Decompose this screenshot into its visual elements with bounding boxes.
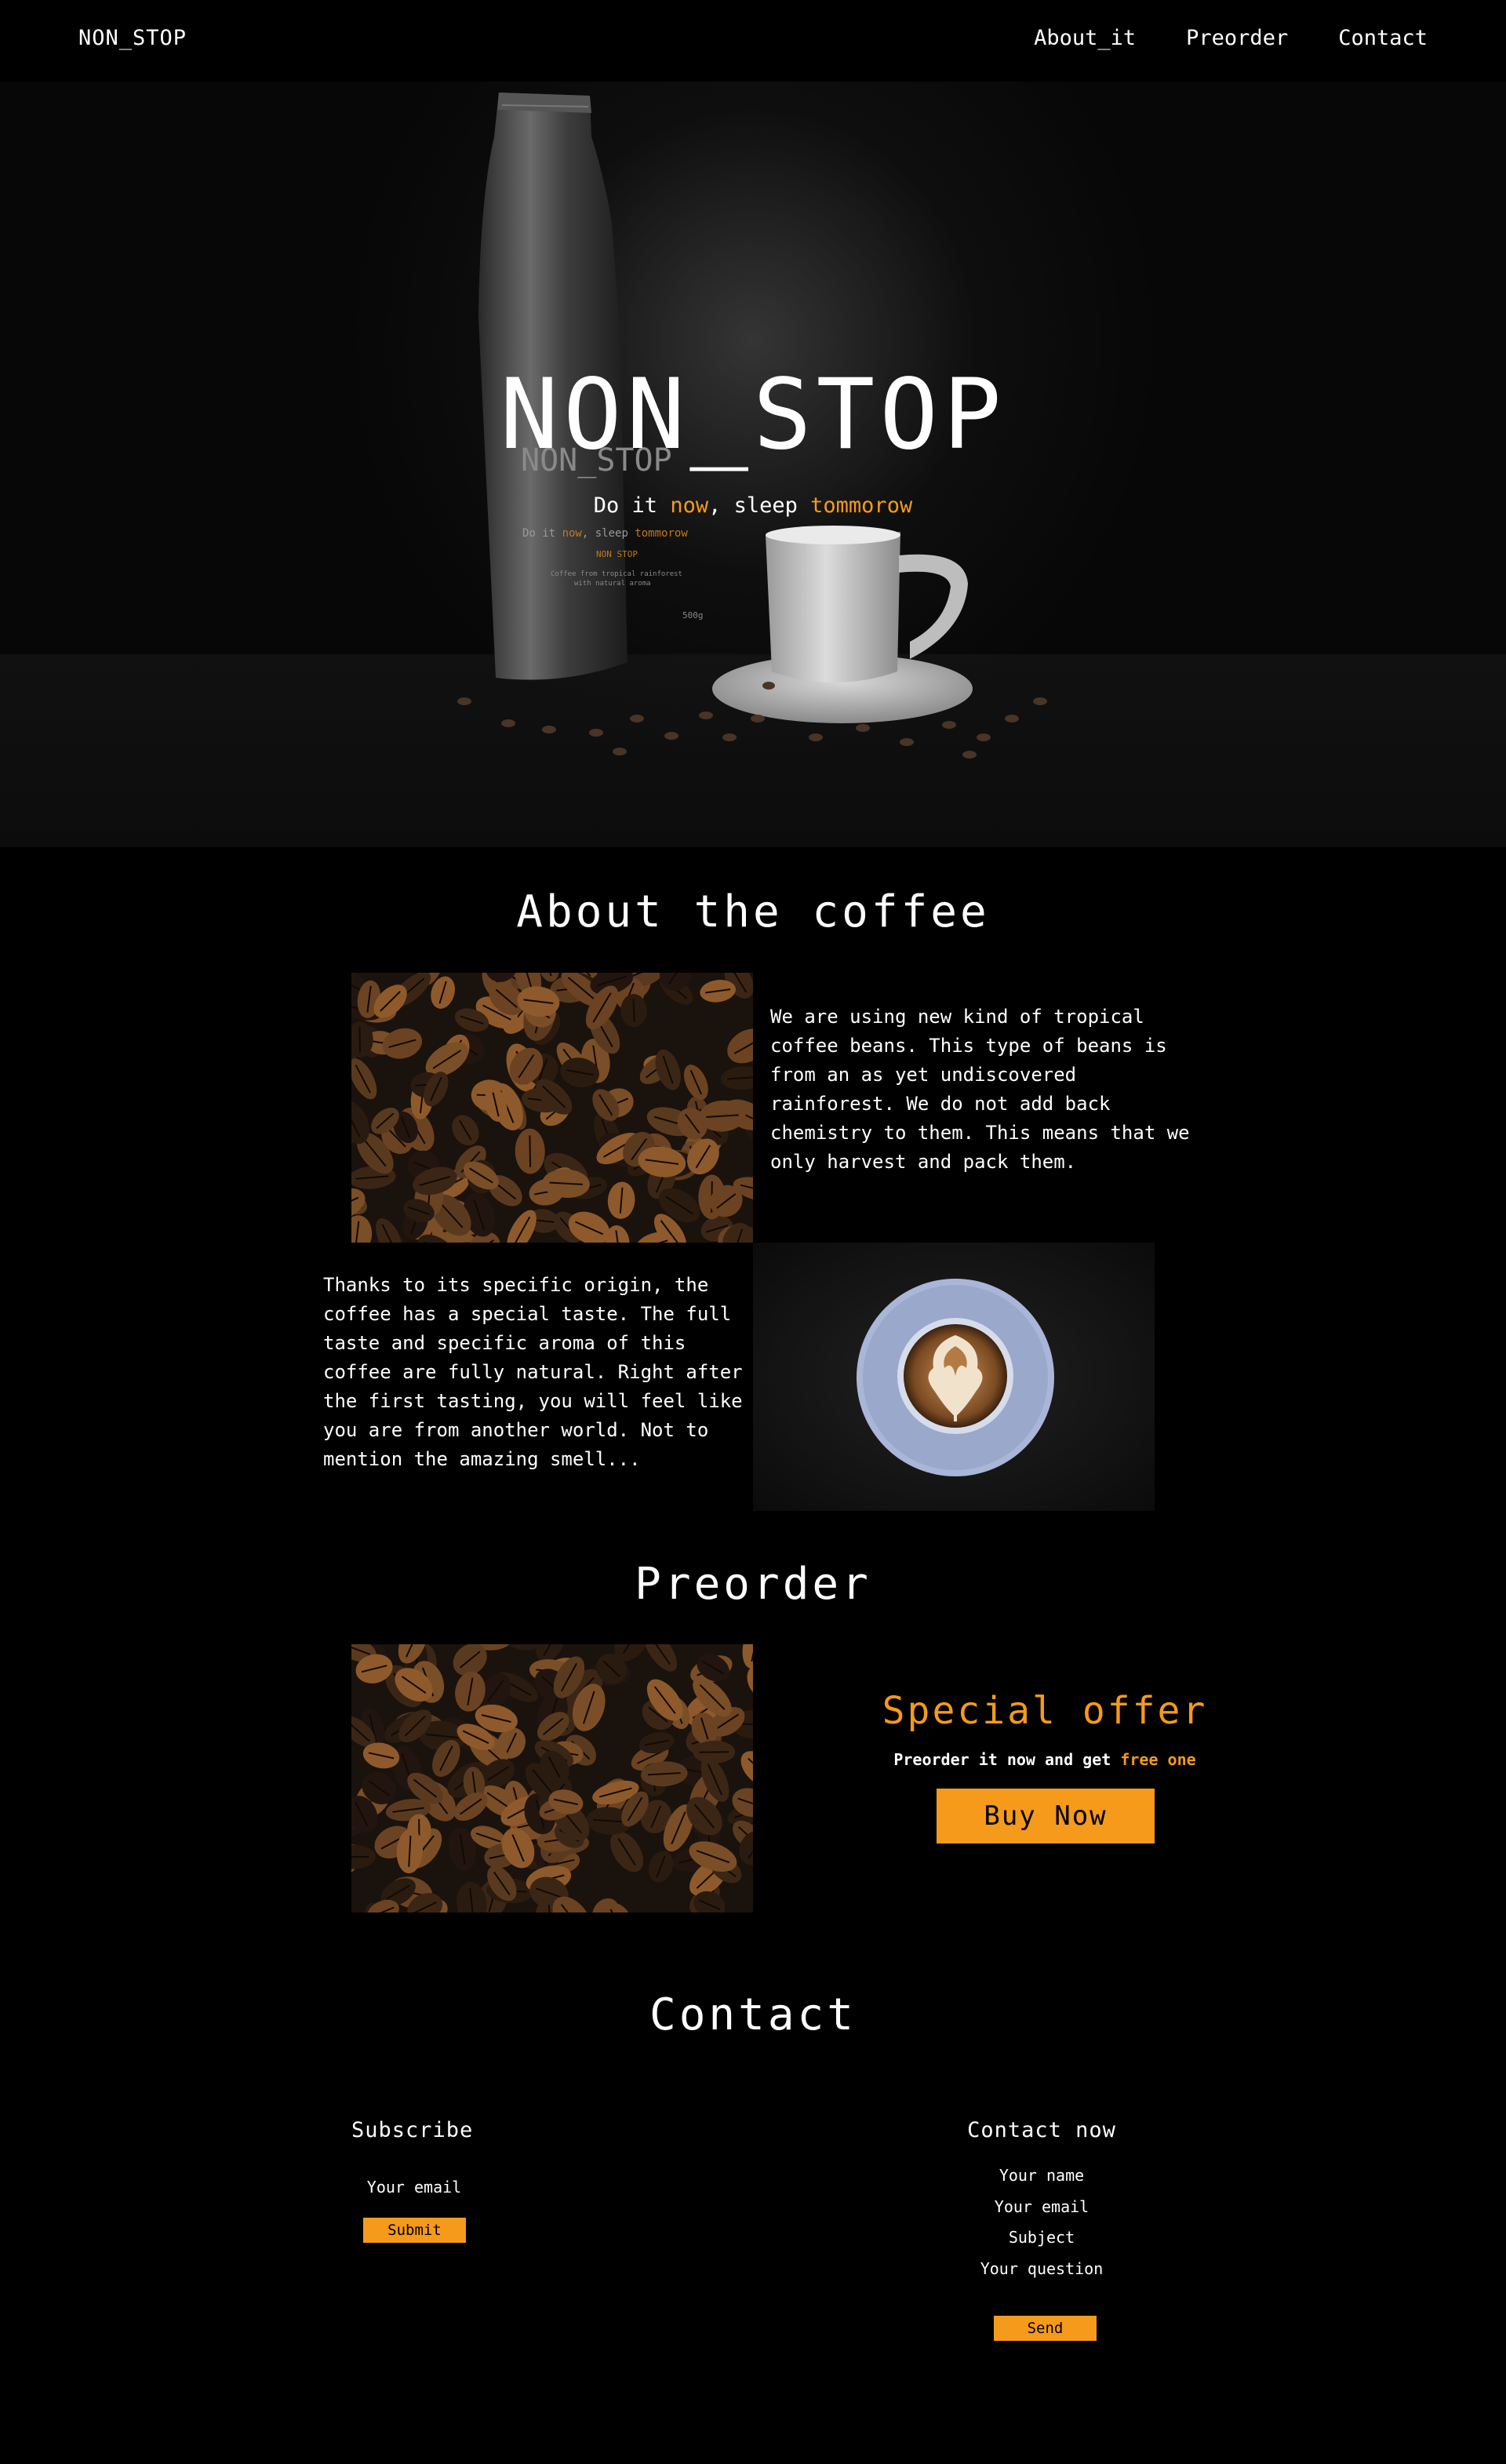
- coffee-bean-crease-shape: [632, 999, 635, 1023]
- page: NON_STOP About_it Preorder Contact NON_S…: [0, 0, 1506, 2464]
- subscribe-email-field[interactable]: Your email: [351, 2178, 477, 2196]
- latte-photo: [753, 1243, 1155, 1511]
- bag-origin-line2: with natural aroma: [574, 580, 651, 588]
- special-offer-text: Preorder it now and get free one: [841, 1750, 1249, 1769]
- nav-link-about[interactable]: About_it: [1034, 26, 1136, 50]
- coffee-beans-image: [351, 973, 753, 1243]
- hero-title: NON_STOP: [500, 358, 1006, 471]
- hero-section: NON_STOP Do it now, sleep tommorow NON S…: [0, 82, 1506, 847]
- cup-handle-shape: [899, 554, 968, 659]
- about-paragraph-2: Thanks to its specific origin, the coffe…: [323, 1274, 743, 1470]
- coffee-bean-crease-shape: [529, 1135, 532, 1167]
- preorder-beans-photo: [351, 1644, 753, 1913]
- coffee-beans-photo: [351, 973, 753, 1243]
- preorder-beans-image: [351, 1644, 753, 1913]
- contact-title: Contact: [649, 1989, 857, 2040]
- hero-tagline-now: now: [670, 493, 709, 518]
- contact-subject-field[interactable]: Subject: [841, 2228, 1242, 2247]
- navbar: NON_STOP About_it Preorder Contact: [0, 0, 1506, 78]
- about-paragraph-1: We are using new kind of tropical coffee…: [770, 1006, 1190, 1173]
- bag-tagline: Do it now, sleep tommorow: [522, 527, 688, 540]
- subscribe-submit-button[interactable]: Submit: [363, 2218, 466, 2243]
- contact-name-field[interactable]: Your name: [841, 2166, 1242, 2185]
- hero-tagline-tomorrow: tommorow: [810, 493, 913, 518]
- contact-send-button[interactable]: Send: [994, 2316, 1097, 2341]
- subscribe-title: Subscribe: [351, 2118, 474, 2142]
- latte-image: [753, 1243, 1155, 1511]
- nav-link-preorder[interactable]: Preorder: [1186, 26, 1288, 50]
- nav-logo[interactable]: NON_STOP: [78, 26, 187, 50]
- special-offer-highlight: free one: [1120, 1750, 1196, 1769]
- contact-email-field[interactable]: Your email: [841, 2197, 1242, 2216]
- bag-small-brand: NON STOP: [596, 549, 638, 559]
- hero-tagline: Do it now, sleep tommorow: [0, 493, 1506, 518]
- cup-shape: [766, 532, 900, 682]
- about-title: About the coffee: [516, 886, 990, 937]
- hero-tagline-part2: , sleep: [708, 493, 811, 518]
- bag-origin-line1: Coffee from tropical rainforest: [551, 570, 682, 578]
- coffee-bean-crease-shape: [358, 1027, 362, 1053]
- coffee-bean-crease-shape: [351, 1855, 369, 1858]
- nav-link-contact[interactable]: Contact: [1338, 26, 1428, 50]
- buy-now-button[interactable]: Buy Now: [937, 1789, 1155, 1843]
- special-offer-title: Special offer: [882, 1689, 1208, 1733]
- contact-question-field[interactable]: Your question: [841, 2259, 1242, 2278]
- contact-now-title: Contact now: [967, 2118, 1116, 2142]
- preorder-title: Preorder: [635, 1559, 871, 1610]
- special-offer-text-main: Preorder it now and get: [893, 1750, 1121, 1769]
- nav-links: About_it Preorder Contact: [1034, 26, 1428, 50]
- hero-tagline-part1: Do it: [593, 493, 671, 518]
- bag-weight: 500g: [682, 610, 704, 621]
